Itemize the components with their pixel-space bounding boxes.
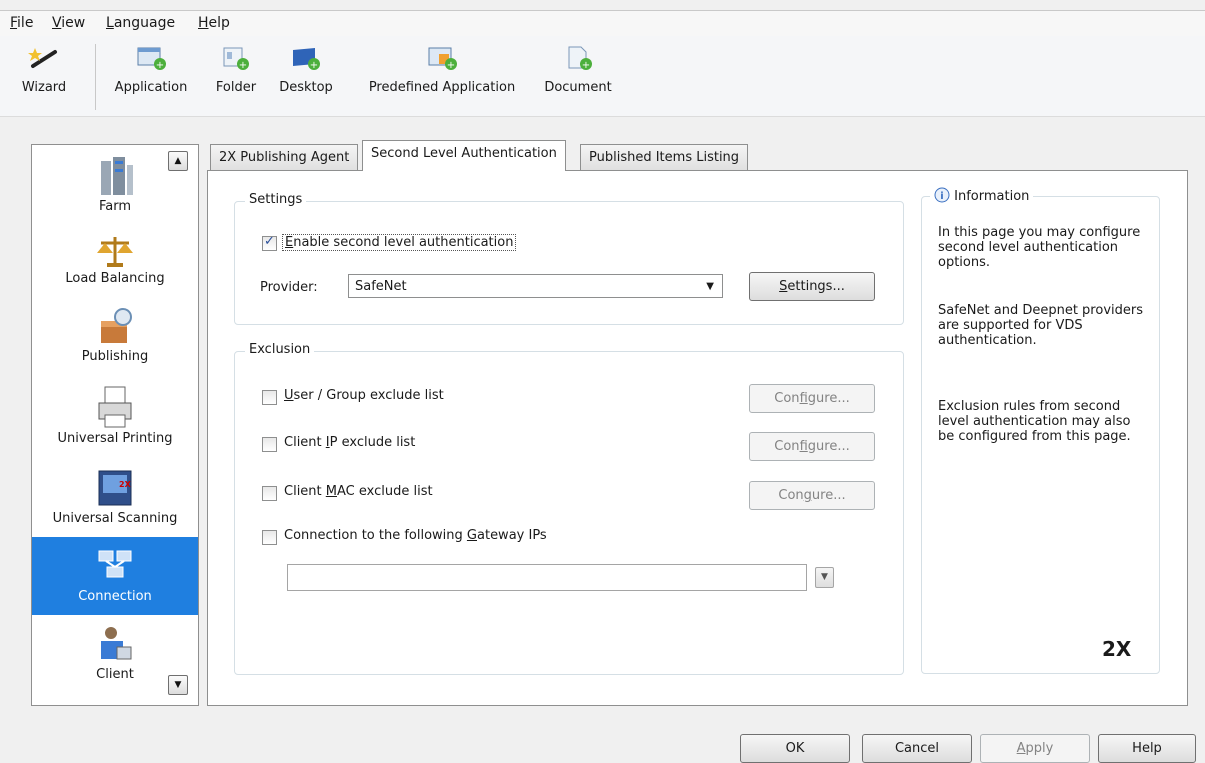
scanner-icon: 2X: [98, 470, 132, 506]
wizard-button[interactable]: Wizard: [14, 40, 74, 112]
client-mac-exclude-checkbox[interactable]: [262, 486, 277, 501]
svg-text:i: i: [940, 191, 943, 202]
provider-settings-button[interactable]: Settings...: [749, 272, 875, 301]
add-predefined-application-button[interactable]: + Predefined Application: [357, 40, 527, 112]
nav-item-publishing[interactable]: Publishing: [32, 307, 198, 373]
configure-client-ip-button[interactable]: Configure...: [749, 432, 875, 461]
application-add-icon: +: [137, 47, 166, 70]
predefined-application-icon: +: [428, 47, 457, 70]
provider-label: Provider:: [260, 280, 318, 295]
load-balancing-icon: [97, 237, 133, 267]
settings-group-title: Settings: [245, 192, 307, 207]
tab-second-level-authentication[interactable]: Second Level Authentication: [362, 140, 566, 171]
svg-text:+: +: [239, 60, 247, 70]
information-title: i Information: [930, 187, 1034, 204]
folder-add-icon: +: [223, 47, 249, 70]
tab-2x-publishing-agent[interactable]: 2X Publishing Agent: [210, 144, 359, 171]
gateway-ips-dropdown-button[interactable]: ▼: [815, 567, 834, 588]
dropdown-arrow-icon: ▼: [821, 572, 828, 582]
desktop-add-icon: +: [293, 48, 320, 70]
client-mac-exclude-label[interactable]: Client MAC exclude list: [284, 484, 433, 499]
client-ip-exclude-checkbox[interactable]: [262, 437, 277, 452]
user-group-exclude-checkbox[interactable]: [262, 390, 277, 405]
svg-text:+: +: [582, 60, 590, 70]
gateway-ips-input[interactable]: [287, 564, 807, 591]
configure-user-group-button[interactable]: Configure...: [749, 384, 875, 413]
nav-item-connection[interactable]: Connection: [32, 537, 198, 615]
tab-published-items-listing[interactable]: Published Items Listing: [580, 144, 749, 171]
settings-group: Settings Enable second level authenticat…: [234, 192, 904, 325]
enable-second-level-auth-label[interactable]: Enable second level authentication: [282, 234, 517, 251]
add-folder-button[interactable]: + Folder: [208, 40, 264, 112]
category-navigation: Farm Load Balancing Publishing Universal…: [31, 144, 199, 706]
add-application-button[interactable]: + Application: [104, 40, 198, 112]
ok-button[interactable]: OK: [740, 734, 850, 763]
triangle-down-icon: ▼: [174, 680, 182, 690]
nav-scroll-down-button[interactable]: ▼: [168, 675, 188, 695]
gateway-ips-label[interactable]: Connection to the following Gateway IPs: [284, 528, 547, 543]
client-icon: [101, 627, 132, 660]
document-add-icon: +: [568, 46, 592, 70]
client-ip-exclude-label[interactable]: Client IP exclude list: [284, 435, 415, 450]
nav-item-universal-scanning[interactable]: 2X Universal Scanning: [32, 467, 198, 533]
info-icon: i: [934, 187, 950, 203]
help-button[interactable]: Help: [1098, 734, 1196, 763]
menu-help[interactable]: Help: [198, 15, 230, 31]
2x-logo: 2X: [1102, 637, 1132, 661]
exclusion-group-title: Exclusion: [245, 342, 315, 357]
farm-icon: [101, 157, 133, 195]
svg-text:+: +: [447, 60, 455, 70]
cancel-button[interactable]: Cancel: [862, 734, 972, 763]
info-paragraph-3: Exclusion rules from second level authen…: [938, 399, 1131, 444]
info-paragraph-1: In this page you may configure second le…: [938, 225, 1141, 270]
svg-text:2X: 2X: [119, 480, 132, 489]
information-panel: i Information In this page you may confi…: [921, 187, 1160, 674]
menu-language[interactable]: Language: [106, 15, 175, 31]
wizard-wand-icon: [28, 48, 57, 68]
toolbar-separator: [95, 44, 96, 110]
toolbar: Wizard + Application + Folder + Desktop …: [0, 36, 1205, 117]
user-group-exclude-label[interactable]: User / Group exclude list: [284, 388, 444, 403]
gateway-ips-checkbox[interactable]: [262, 530, 277, 545]
connection-icon: [98, 550, 132, 578]
svg-text:+: +: [156, 60, 164, 70]
menu-view[interactable]: View: [52, 15, 85, 31]
add-document-button[interactable]: + Document: [538, 40, 618, 112]
menu-file[interactable]: File: [10, 15, 33, 31]
add-desktop-button[interactable]: + Desktop: [270, 40, 342, 112]
provider-select[interactable]: SafeNet ▼: [348, 274, 723, 298]
enable-second-level-auth-checkbox[interactable]: [262, 234, 277, 251]
menu-bar: File View Language Help: [0, 10, 1205, 37]
nav-scroll-up-button[interactable]: ▲: [168, 151, 188, 171]
nav-item-load-balancing[interactable]: Load Balancing: [32, 233, 198, 295]
svg-text:+: +: [310, 60, 318, 70]
triangle-up-icon: ▲: [174, 156, 182, 166]
exclusion-group: Exclusion User / Group exclude list Conf…: [234, 342, 904, 675]
publishing-icon: [101, 308, 132, 343]
nav-item-universal-printing[interactable]: Universal Printing: [32, 385, 198, 453]
apply-button[interactable]: Apply: [980, 734, 1090, 763]
dropdown-arrow-icon: ▼: [706, 281, 714, 292]
info-paragraph-2: SafeNet and Deepnet providers are suppor…: [938, 303, 1143, 348]
configure-client-mac-button[interactable]: Congure...: [749, 481, 875, 510]
printer-icon: [98, 386, 132, 428]
